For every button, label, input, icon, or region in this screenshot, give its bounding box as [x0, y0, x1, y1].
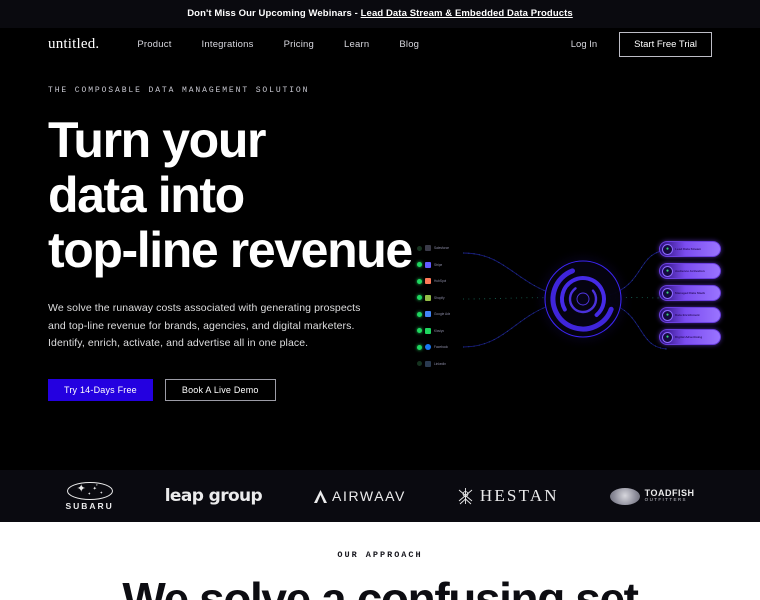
- output-pill-label: Digital Advertising: [675, 335, 703, 339]
- data-source-row[interactable]: Facebook: [417, 339, 483, 356]
- data-source-label: Shopify: [434, 295, 445, 300]
- data-source-label: Google Ads: [434, 312, 451, 317]
- hestan-wordmark: HESTAN: [479, 486, 559, 505]
- output-pill[interactable]: ● Data Enrichment: [659, 307, 721, 323]
- stripe-icon: [425, 261, 431, 268]
- banner-text: Don't Miss Our Upcoming Webinars - Lead …: [187, 8, 573, 20]
- landing-page: Don't Miss Our Upcoming Webinars - Lead …: [0, 0, 760, 600]
- logo-leap-group: leap group: [164, 486, 263, 506]
- shopify-icon: [425, 294, 431, 301]
- leap-group-wordmark: leap group: [164, 486, 263, 506]
- nav-item-learn[interactable]: Learn: [344, 39, 369, 50]
- status-dot-icon: [417, 245, 422, 251]
- data-source-row[interactable]: LinkedIn: [417, 356, 483, 373]
- subaru-star-icon: ✦ ✦ ✦ ✦ ✦: [66, 481, 113, 500]
- try-free-button[interactable]: Try 14-Days Free: [48, 378, 153, 401]
- hero-section: THE COMPOSABLE DATA MANAGEMENT SOLUTION …: [0, 60, 760, 470]
- headline-line-1: Turn your: [48, 112, 266, 168]
- data-source-label: Facebook: [434, 345, 448, 350]
- airwaav-wordmark: AIRWAAV: [332, 488, 406, 504]
- data-source-row[interactable]: Shopify: [417, 290, 483, 307]
- data-source-list: Salesforce Stripe HubSpot Shopify Google…: [417, 240, 483, 367]
- logo-airwaav: AIRWAAV: [313, 488, 406, 504]
- logo-hestan: HESTAN: [457, 486, 559, 506]
- login-link[interactable]: Log In: [571, 39, 597, 50]
- main-navigation: untitled. Product Integrations Pricing L…: [0, 28, 760, 60]
- toadfish-mark-icon: [609, 487, 640, 505]
- hero-cta-row: Try 14-Days Free Book A Live Demo: [48, 378, 712, 401]
- share-icon: ●: [662, 309, 673, 321]
- data-source-row[interactable]: HubSpot: [417, 273, 483, 290]
- nav-item-pricing[interactable]: Pricing: [284, 39, 314, 50]
- output-pill[interactable]: ● Managed Data Stack: [659, 285, 721, 301]
- hestan-mark-icon: [458, 488, 473, 505]
- data-source-label: LinkedIn: [434, 361, 447, 366]
- status-dot-icon: [417, 278, 422, 284]
- person-icon: ●: [662, 243, 673, 255]
- data-source-label: Klaviyo: [434, 328, 445, 333]
- headline-line-2: data into: [48, 167, 245, 223]
- start-free-trial-button[interactable]: Start Free Trial: [619, 31, 712, 57]
- subaru-wordmark: SUBARU: [65, 500, 114, 511]
- output-pill-list: ● Lead Data Stream ● Audience Activation…: [659, 241, 721, 345]
- status-dot-icon: [417, 328, 422, 334]
- status-dot-icon: [417, 262, 422, 268]
- output-pill[interactable]: ● Lead Data Stream: [659, 241, 721, 257]
- status-dot-icon: [417, 311, 422, 317]
- output-pill[interactable]: ● Digital Advertising: [659, 329, 721, 345]
- data-source-label: Stripe: [434, 262, 443, 267]
- facebook-icon: [425, 344, 431, 351]
- customer-logo-strip: ✦ ✦ ✦ ✦ ✦ SUBARU leap group AIRWAAV HEST…: [0, 470, 760, 522]
- status-dot-icon: [417, 344, 422, 350]
- banner-prefix: Don't Miss Our Upcoming Webinars -: [187, 8, 361, 19]
- approach-headline: We solve a confusing set: [122, 573, 639, 600]
- nav-actions: Log In Start Free Trial: [571, 31, 712, 57]
- book-demo-button[interactable]: Book A Live Demo: [164, 378, 276, 401]
- database-icon: ●: [662, 287, 673, 299]
- approach-section: OUR APPROACH We solve a confusing set: [0, 522, 760, 600]
- hubspot-icon: [425, 278, 431, 285]
- banner-link[interactable]: Lead Data Stream & Embedded Data Product…: [361, 8, 573, 19]
- announcement-banner: Don't Miss Our Upcoming Webinars - Lead …: [0, 0, 760, 28]
- hero-eyebrow: THE COMPOSABLE DATA MANAGEMENT SOLUTION: [48, 86, 310, 95]
- logo-toadfish: TOADFISH OUTFITTERS: [609, 487, 695, 505]
- approach-eyebrow: OUR APPROACH: [337, 550, 423, 560]
- data-source-row[interactable]: Klaviyo: [417, 323, 483, 340]
- output-pill-label: Data Enrichment: [675, 313, 700, 317]
- klaviyo-icon: [425, 327, 431, 334]
- nav-item-product[interactable]: Product: [137, 39, 171, 50]
- logo-subaru: ✦ ✦ ✦ ✦ ✦ SUBARU: [65, 481, 114, 511]
- hero-illustration: Salesforce Stripe HubSpot Shopify Google…: [405, 235, 725, 367]
- linkedin-icon: [425, 360, 431, 367]
- status-dot-icon: [417, 295, 422, 301]
- salesforce-icon: [425, 245, 431, 252]
- target-icon: ●: [662, 331, 673, 343]
- data-source-row[interactable]: Salesforce: [417, 240, 483, 257]
- nav-item-integrations[interactable]: Integrations: [202, 39, 254, 50]
- data-source-label: HubSpot: [434, 279, 447, 284]
- status-dot-icon: [417, 361, 422, 367]
- output-pill-label: Managed Data Stack: [675, 291, 706, 295]
- data-source-label: Salesforce: [434, 246, 450, 251]
- google-ads-icon: [425, 311, 431, 318]
- data-source-row[interactable]: Google Ads: [417, 306, 483, 323]
- hero-paragraph: We solve the runaway costs associated wi…: [48, 302, 361, 349]
- nav-links: Product Integrations Pricing Learn Blog: [137, 39, 570, 50]
- toadfish-subtitle: OUTFITTERS: [644, 497, 687, 503]
- data-source-row[interactable]: Stripe: [417, 257, 483, 274]
- nav-item-blog[interactable]: Blog: [399, 39, 419, 50]
- airwaav-chevron-icon: [314, 489, 328, 503]
- output-pill-label: Lead Data Stream: [675, 247, 702, 251]
- output-pill[interactable]: ● Audience Activation: [659, 263, 721, 279]
- network-icon: ●: [662, 265, 673, 277]
- site-logo[interactable]: untitled.: [48, 36, 99, 53]
- output-pill-label: Audience Activation: [675, 269, 705, 273]
